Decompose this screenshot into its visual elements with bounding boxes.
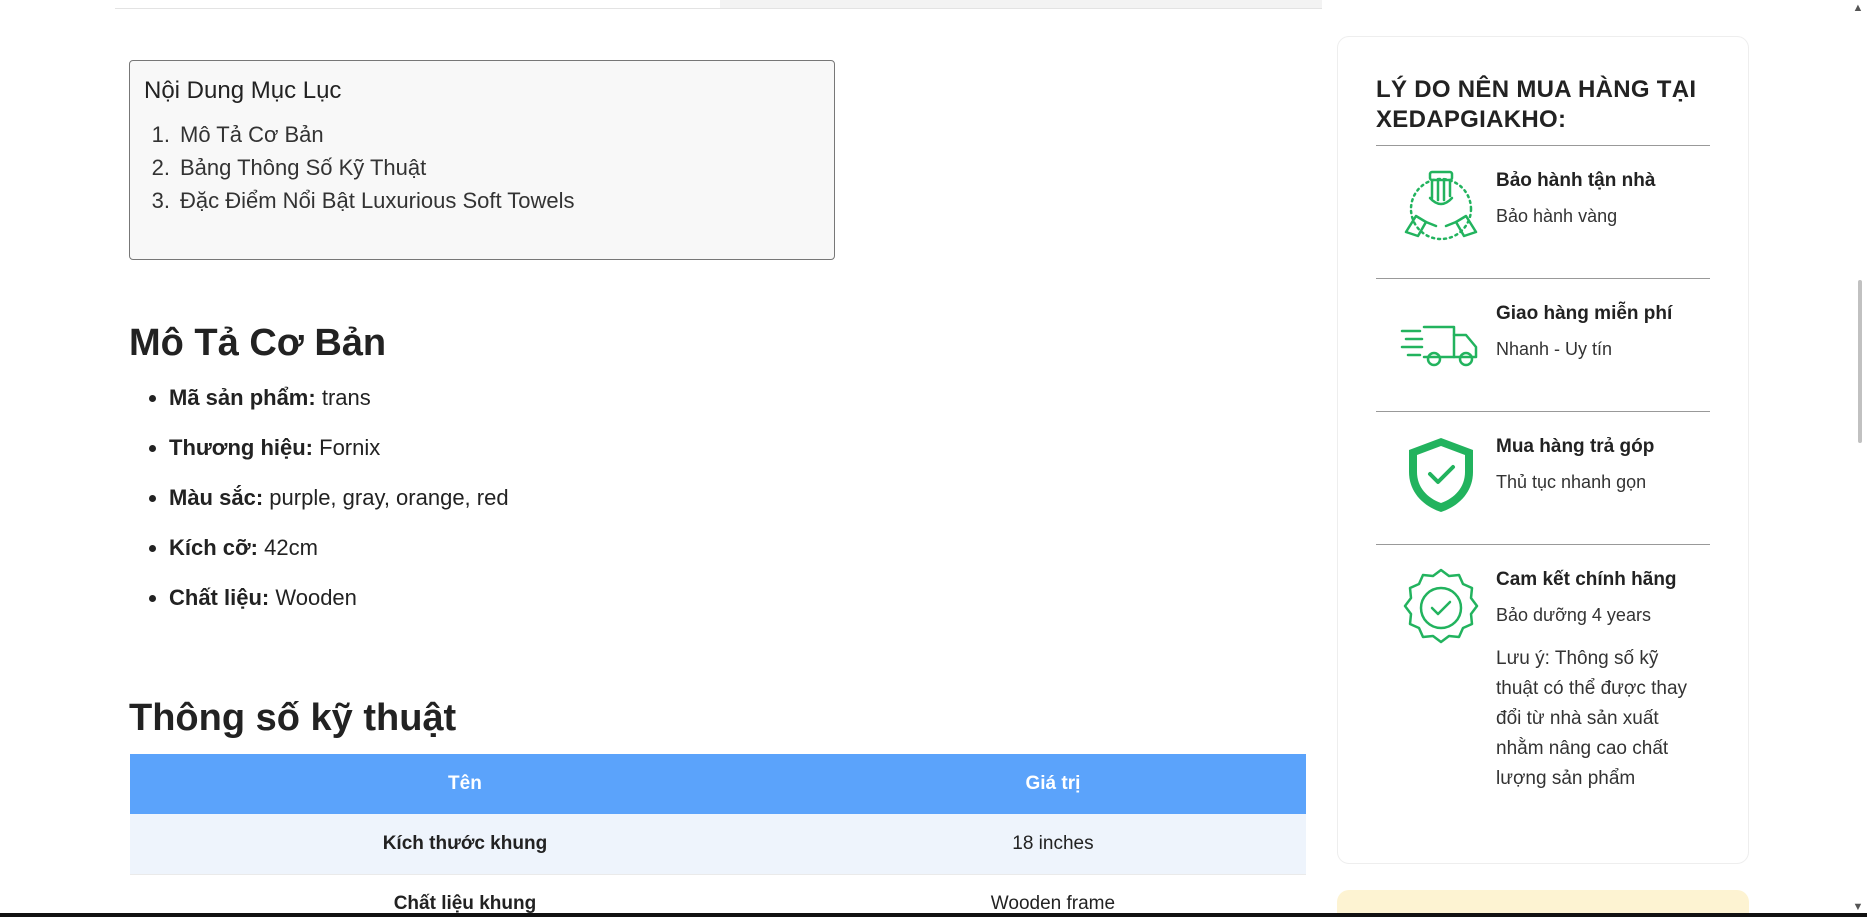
item-value: Fornix [319,435,381,460]
item-value: trans [321,385,371,410]
bottom-edge [0,913,1867,917]
item-value: 42cm [264,535,318,560]
item-value: Wooden [275,585,357,610]
column-header-name: Tên [130,754,800,814]
item-label: Màu sắc: [169,485,264,510]
why-buy-sidebar: LÝ DO NÊN MUA HÀNG TẠI XEDAPGIAKHO: Bảo … [1337,36,1749,864]
item-label: Chất liệu: [169,585,270,610]
spec-table: Tên Giá trị Kích thước khung 18 inches C… [130,754,1306,917]
column-header-value: Giá trị [799,754,1306,814]
toc-link[interactable]: Bảng Thông Số Kỹ Thuật [180,155,426,180]
feature-genuine: Cam kết chính hãng Bảo dưỡng 4 years Lưu… [1376,545,1710,814]
feature-title: Bảo hành tận nhà [1496,170,1656,191]
basic-description-list: Mã sản phẩm: trans Thương hiệu: Fornix M… [145,385,509,635]
delivery-truck-icon [1400,301,1482,383]
list-item: Kích cỡ: 42cm [145,535,509,561]
top-shade [720,0,1322,8]
list-item: Màu sắc: purple, gray, orange, red [145,485,509,511]
toc-link[interactable]: Đặc Điểm Nổi Bật Luxurious Soft Towels [180,188,575,213]
feature-warranty: Bảo hành tận nhà Bảo hành vàng [1376,146,1710,279]
list-item: Chất liệu: Wooden [145,585,509,611]
cell-name: Kích thước khung [130,814,800,875]
item-label: Thương hiệu: [169,435,313,460]
feature-subtitle: Thủ tục nhanh gọn [1496,472,1647,492]
shield-check-icon [1400,434,1482,516]
bullet-dot [149,395,156,402]
spec-change-note: Lưu ý: Thông số kỹ thuật có thể được tha… [1496,648,1688,789]
bullet-dot [149,445,156,452]
feature-title: Mua hàng trả góp [1496,436,1655,457]
hands-icon [1400,168,1482,250]
item-value: purple, gray, orange, red [269,485,509,510]
scrollbar-thumb[interactable] [1858,280,1862,443]
feature-installment: Mua hàng trả góp Thủ tục nhanh gọn [1376,412,1710,545]
scroll-up-arrow-icon[interactable]: ▲ [1852,2,1864,14]
feature-subtitle: Nhanh - Uy tín [1496,339,1613,359]
item-label: Mã sản phẩm: [169,385,316,410]
feature-title: Giao hàng miễn phí [1496,303,1673,324]
toc-item[interactable]: 1. Mô Tả Cơ Bản [152,118,820,151]
cell-name: Chất liệu khung [130,874,800,917]
item-label: Kích cỡ: [169,535,258,560]
bullet-dot [149,595,156,602]
basic-description-heading: Mô Tả Cơ Bản [129,322,387,364]
toc-title: Nội Dung Mục Lục [144,77,342,104]
list-item: Thương hiệu: Fornix [145,435,509,461]
bullet-dot [149,495,156,502]
feature-subtitle: Bảo hành vàng [1496,206,1618,226]
bullet-dot [149,545,156,552]
scroll-down-arrow-icon[interactable]: ▼ [1852,901,1864,913]
list-item: Mã sản phẩm: trans [145,385,509,411]
table-of-contents: Nội Dung Mục Lục 1. Mô Tả Cơ Bản 2. Bảng T… [129,60,835,260]
badge-check-icon [1400,567,1482,649]
toc-item[interactable]: 2. Bảng Thông Số Kỹ Thuật [152,151,820,184]
feature-title: Cam kết chính hãng [1496,569,1677,590]
cell-value: Wooden frame [799,874,1306,917]
spec-heading: Thông số kỹ thuật [129,697,457,739]
cell-value: 18 inches [799,814,1306,875]
toc-item[interactable]: 3. Đặc Điểm Nổi Bật Luxurious Soft Towels [152,184,820,217]
table-row: Kích thước khung 18 inches [130,814,1306,875]
table-row: Chất liệu khung Wooden frame [130,874,1306,917]
feature-subtitle: Bảo dưỡng 4 years [1496,605,1651,625]
table-header-row: Tên Giá trị [130,754,1306,814]
toc-link[interactable]: Mô Tả Cơ Bản [180,122,324,147]
toc-list: 1. Mô Tả Cơ Bản 2. Bảng Thông Số Kỹ Thuật … [144,118,820,217]
page-scrollbar[interactable] [1848,0,1867,917]
feature-free-delivery: Giao hàng miễn phí Nhanh - Uy tín [1376,279,1710,412]
sidebar-title: LÝ DO NÊN MUA HÀNG TẠI XEDAPGIAKHO: [1376,75,1710,146]
